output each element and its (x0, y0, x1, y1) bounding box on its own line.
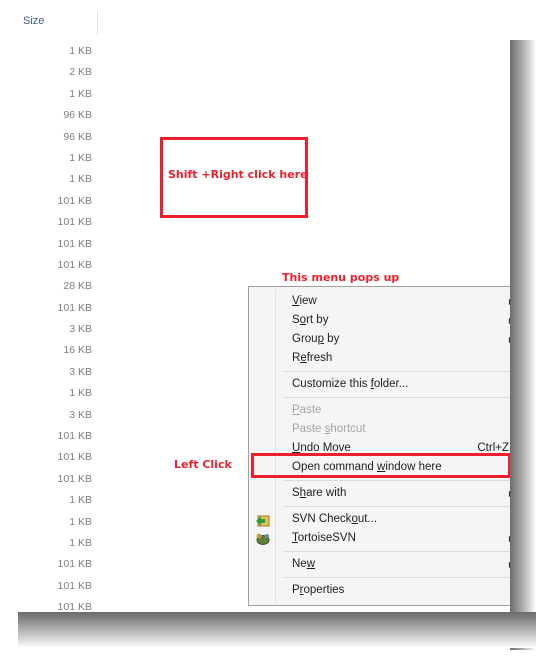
size-value: 16 KB (63, 344, 92, 357)
menu-item-view[interactable]: View▶ (249, 292, 510, 311)
menu-separator (283, 397, 510, 398)
submenu-arrow-icon: ▶ (509, 292, 510, 311)
size-value: 1 KB (69, 387, 92, 400)
size-value: 1 KB (69, 494, 92, 507)
size-value: 1 KB (69, 87, 92, 100)
size-value: 3 KB (69, 365, 92, 378)
menu-item-refresh[interactable]: Refresh (249, 349, 510, 368)
size-value: 101 KB (57, 451, 92, 464)
menu-item-svn-checkout[interactable]: SVN Checkout... (249, 510, 510, 529)
size-value: 101 KB (57, 237, 92, 250)
size-value: 28 KB (63, 280, 92, 293)
size-value: 101 KB (57, 430, 92, 443)
size-value: 1 KB (69, 536, 92, 549)
size-value: 3 KB (69, 323, 92, 336)
menu-pops-label: This menu pops up (282, 271, 400, 284)
size-value: 1 KB (69, 45, 92, 57)
size-column-values: 1 KB 2 KB 1 KB 96 KB 96 KB 1 KB 1 KB 101 KB 101 … (14, 41, 92, 612)
size-value: 96 KB (63, 130, 92, 143)
menu-item-sort-by[interactable]: Sort by▶ (249, 311, 510, 330)
menu-item-customize-folder[interactable]: Customize this folder... (249, 375, 510, 394)
menu-item-paste[interactable]: Paste (249, 401, 510, 420)
size-value: 96 KB (63, 109, 92, 122)
menu-separator (283, 551, 510, 552)
window-shadow-right (510, 40, 536, 650)
size-value: 1 KB (69, 151, 92, 164)
submenu-arrow-icon: ▶ (509, 311, 510, 330)
submenu-arrow-icon: ▶ (509, 484, 510, 503)
submenu-arrow-icon: ▶ (509, 555, 510, 574)
open-command-highlight-box (251, 453, 510, 478)
menu-item-group-by[interactable]: Group by▶ (249, 330, 510, 349)
tortoise-icon (255, 531, 271, 546)
size-value: 101 KB (57, 194, 92, 207)
right-click-instruction: Shift +Right click here (168, 168, 308, 181)
menu-item-tortoisesvn[interactable]: TortoiseSVN▶ (249, 529, 510, 548)
menu-separator (283, 506, 510, 507)
menu-separator (283, 371, 510, 372)
size-column-header[interactable]: Size (14, 10, 98, 36)
size-value: 101 KB (57, 601, 92, 612)
window-shadow-bottom (18, 612, 536, 648)
size-value: 1 KB (69, 515, 92, 528)
svn-checkout-icon (255, 512, 271, 527)
size-value: 101 KB (57, 258, 92, 271)
size-value: 1 KB (69, 173, 92, 186)
submenu-arrow-icon: ▶ (509, 529, 510, 548)
size-value: 101 KB (57, 558, 92, 571)
menu-item-share-with[interactable]: Share with▶ (249, 484, 510, 503)
explorer-file-list: Size 1 KB 2 KB 1 KB 96 KB 96 KB 1 KB 1 KB 101 K… (14, 0, 510, 612)
size-value: 101 KB (57, 579, 92, 592)
size-value: 3 KB (69, 408, 92, 421)
size-value: 101 KB (57, 301, 92, 314)
context-menu: View▶ Sort by▶ Group by▶ Refresh Customi… (248, 286, 510, 606)
size-value: 2 KB (69, 66, 92, 79)
left-click-label: Left Click (174, 458, 232, 471)
submenu-arrow-icon: ▶ (509, 330, 510, 349)
menu-separator (283, 480, 510, 481)
menu-separator (283, 577, 510, 578)
menu-item-new[interactable]: New▶ (249, 555, 510, 574)
size-value: 101 KB (57, 472, 92, 485)
menu-item-properties[interactable]: Properties (249, 581, 510, 600)
menu-item-paste-shortcut[interactable]: Paste shortcut (249, 420, 510, 439)
size-value: 101 KB (57, 216, 92, 229)
